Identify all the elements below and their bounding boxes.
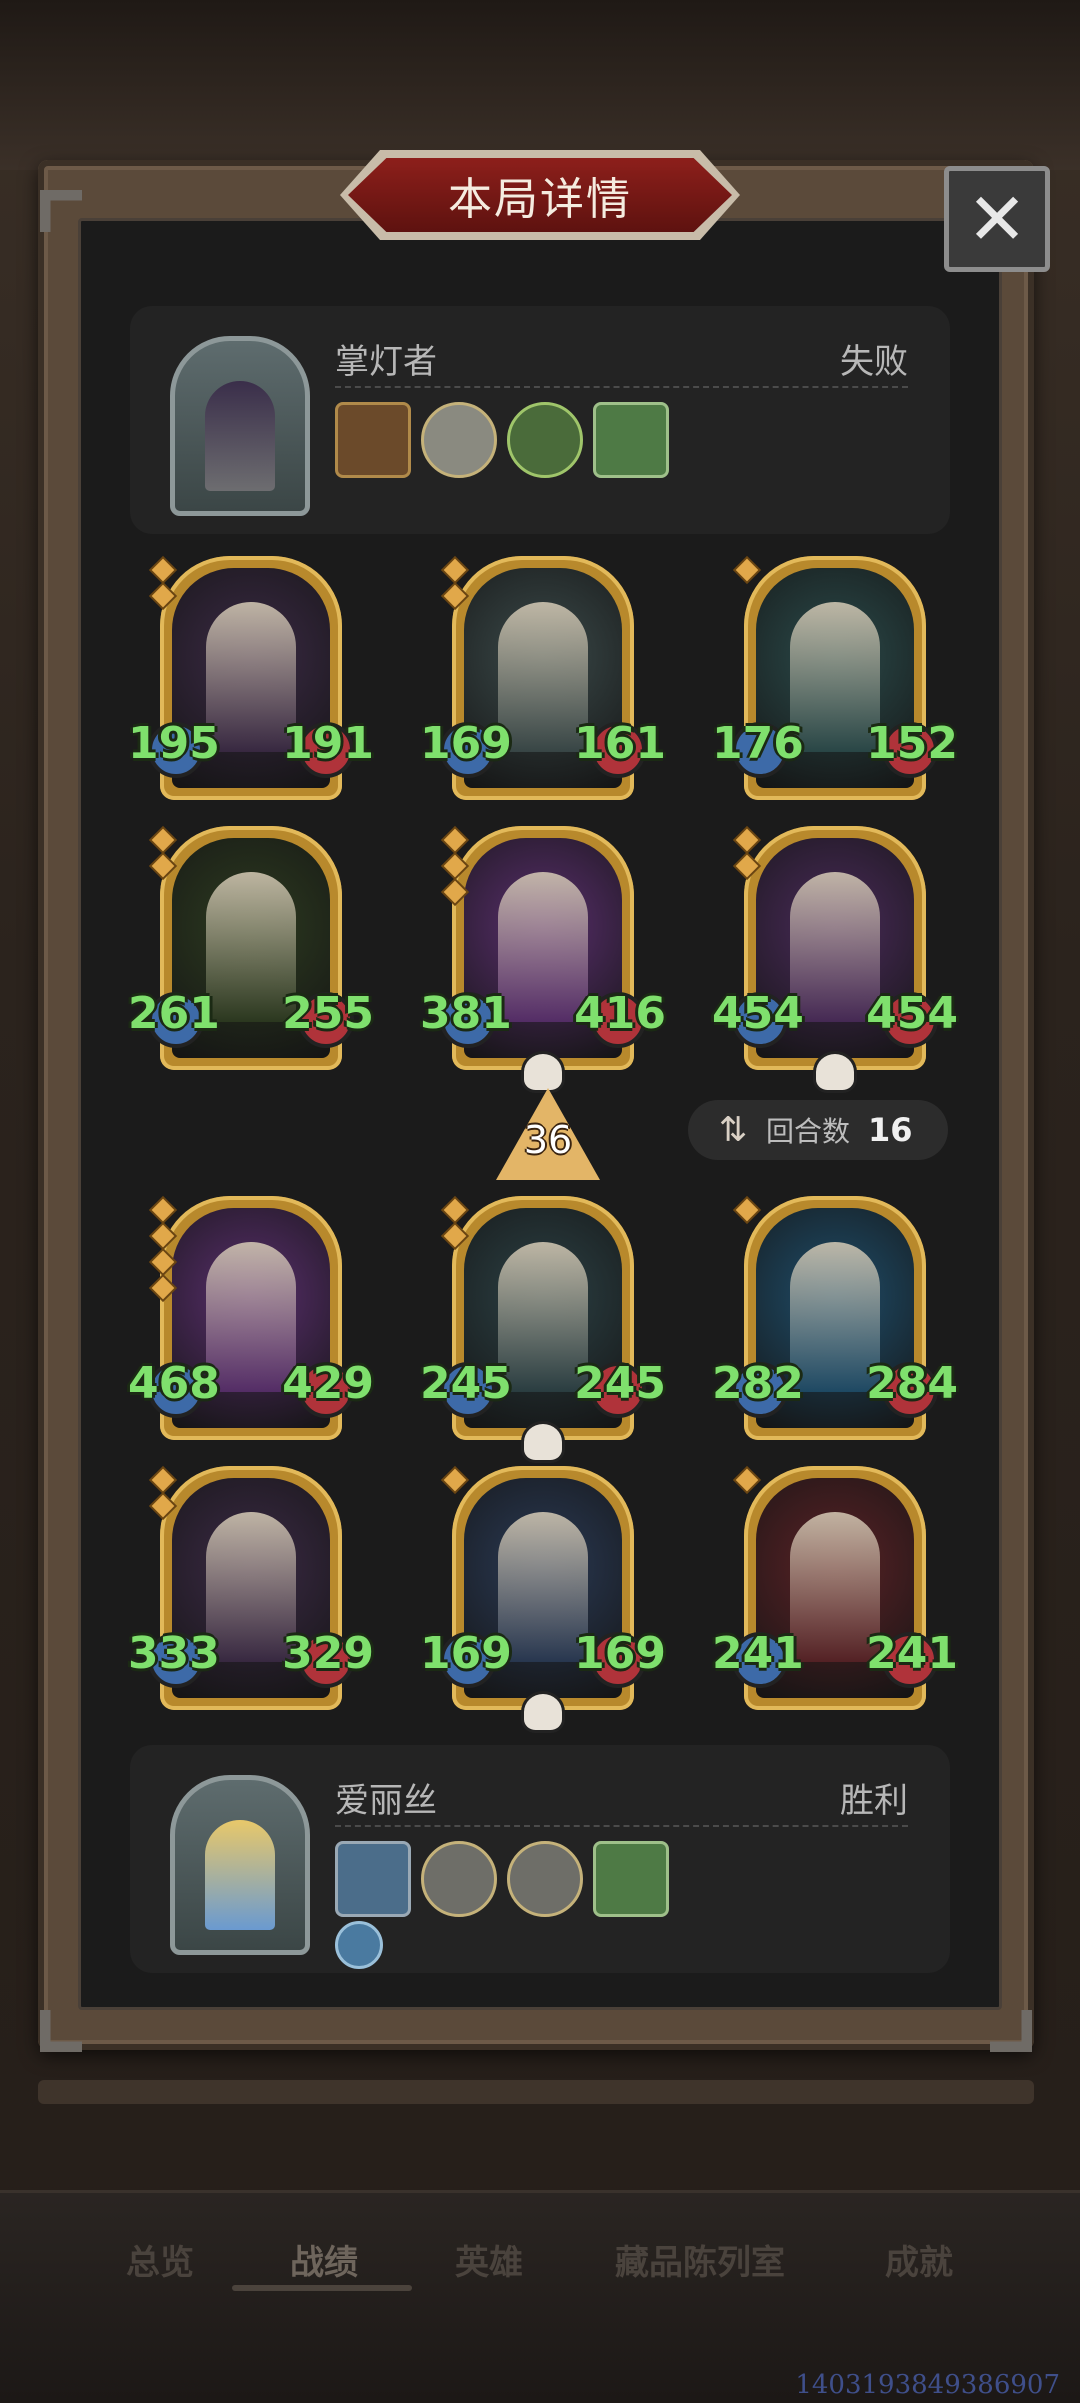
- hero-health: 241: [866, 1628, 958, 1679]
- under-strip: [38, 2080, 1034, 2104]
- opponent-hero-6[interactable]: 454 454: [712, 826, 958, 1090]
- hero-health: 161: [574, 718, 666, 769]
- player-hero-4[interactable]: 333 329: [128, 1466, 374, 1710]
- star-rank-icon: [151, 1198, 175, 1306]
- tab-achievements[interactable]: 成就: [885, 2235, 953, 2284]
- close-icon: ✕: [966, 177, 1028, 261]
- star-rank-icon: [443, 558, 467, 614]
- player-name: 爱丽丝: [335, 1781, 437, 1821]
- hero-attack: 195: [128, 718, 220, 769]
- level-value: 36: [523, 1118, 573, 1162]
- rounds-pill: ⇅ 回合数 16: [688, 1100, 948, 1160]
- hero-health: 245: [574, 1358, 666, 1409]
- clock-trinket-icon[interactable]: [421, 1841, 497, 1917]
- opponent-card: 掌灯者 失败: [130, 306, 950, 534]
- opponent-hero-4[interactable]: 261 255: [128, 826, 374, 1070]
- hero-attack: 169: [420, 718, 512, 769]
- star-rank-icon: [443, 828, 467, 910]
- compass-trinket-icon[interactable]: [421, 402, 497, 478]
- page-title: 本局详情: [448, 174, 632, 225]
- alice-avatar-icon: [205, 1820, 275, 1930]
- opponent-hero-5[interactable]: 381 416: [420, 826, 666, 1090]
- hero-attack: 169: [420, 1628, 512, 1679]
- player-hero-1[interactable]: 468 429: [128, 1196, 374, 1440]
- hero-health: 416: [574, 988, 666, 1039]
- title-plate: 本局详情: [340, 150, 740, 240]
- star-rank-icon: [151, 558, 175, 614]
- hero-attack: 241: [712, 1628, 804, 1679]
- tab-records[interactable]: 战绩: [290, 2235, 358, 2284]
- hero-attack: 468: [128, 1358, 220, 1409]
- opponent-hero-3[interactable]: 176 152: [712, 556, 958, 800]
- close-button[interactable]: ✕: [944, 166, 1050, 272]
- tab-overview[interactable]: 总览: [126, 2235, 194, 2284]
- sword-rune-icon[interactable]: [335, 1921, 383, 1969]
- footer-id: 1403193849386907: [795, 2370, 1060, 2400]
- hero-health: 329: [282, 1628, 374, 1679]
- hero-health: 191: [282, 718, 374, 769]
- player-result: 胜利: [840, 1781, 908, 1821]
- star-rank-icon: [735, 558, 759, 588]
- rounds-icon: ⇅: [718, 1110, 748, 1150]
- star-rank-icon: [151, 1468, 175, 1524]
- player-hero-6[interactable]: 241 241: [712, 1466, 958, 1710]
- hero-health: 429: [282, 1358, 374, 1409]
- mirror-relic-icon[interactable]: [335, 1841, 411, 1917]
- opponent-portrait[interactable]: [170, 336, 310, 516]
- hero-health: 169: [574, 1628, 666, 1679]
- star-rank-icon: [151, 828, 175, 884]
- hero-attack: 176: [712, 718, 804, 769]
- tab-active-indicator: [232, 2285, 412, 2291]
- star-rank-icon: [735, 828, 759, 884]
- opponent-hero-1[interactable]: 195 191: [128, 556, 374, 800]
- hero-health: 454: [866, 988, 958, 1039]
- opponent-divider: [335, 386, 908, 388]
- skull-icon: [524, 1054, 562, 1090]
- green-book-icon[interactable]: [593, 1841, 669, 1917]
- wizard-avatar-icon: [205, 381, 275, 491]
- green-orb-icon[interactable]: [507, 402, 583, 478]
- skull-icon: [524, 1424, 562, 1460]
- tab-collection[interactable]: 藏品陈列室: [615, 2235, 785, 2284]
- opponent-items: [335, 402, 669, 478]
- skull-icon: [816, 1054, 854, 1090]
- star-rank-icon: [443, 1468, 467, 1498]
- tab-heroes[interactable]: 英雄: [455, 2235, 523, 2284]
- hero-attack: 245: [420, 1358, 512, 1409]
- clock-trinket-icon[interactable]: [507, 1841, 583, 1917]
- player-items: [335, 1841, 669, 1917]
- opponent-result: 失败: [840, 342, 908, 382]
- player-card: 爱丽丝 胜利: [130, 1745, 950, 1973]
- opponent-hero-2[interactable]: 169 161: [420, 556, 666, 800]
- lantern-relic-icon[interactable]: [335, 402, 411, 478]
- hero-attack: 261: [128, 988, 220, 1039]
- level-badge: 36: [496, 1088, 600, 1180]
- green-book-icon[interactable]: [593, 402, 669, 478]
- star-rank-icon: [735, 1198, 759, 1228]
- hero-attack: 282: [712, 1358, 804, 1409]
- rounds-label: 回合数: [766, 1115, 851, 1148]
- opponent-name: 掌灯者: [335, 342, 437, 382]
- hero-attack: 333: [128, 1628, 220, 1679]
- player-divider: [335, 1825, 908, 1827]
- player-hero-5[interactable]: 169 169: [420, 1466, 666, 1730]
- star-rank-icon: [443, 1198, 467, 1254]
- skull-icon: [524, 1694, 562, 1730]
- hero-health: 284: [866, 1358, 958, 1409]
- player-hero-2[interactable]: 245 245: [420, 1196, 666, 1460]
- background-wall: [0, 0, 1080, 170]
- player-hero-3[interactable]: 282 284: [712, 1196, 958, 1440]
- hero-attack: 454: [712, 988, 804, 1039]
- hero-health: 255: [282, 988, 374, 1039]
- player-portrait[interactable]: [170, 1775, 310, 1955]
- hero-attack: 381: [420, 988, 512, 1039]
- star-rank-icon: [735, 1468, 759, 1498]
- hero-health: 152: [866, 718, 958, 769]
- rounds-value: 16: [868, 1111, 913, 1149]
